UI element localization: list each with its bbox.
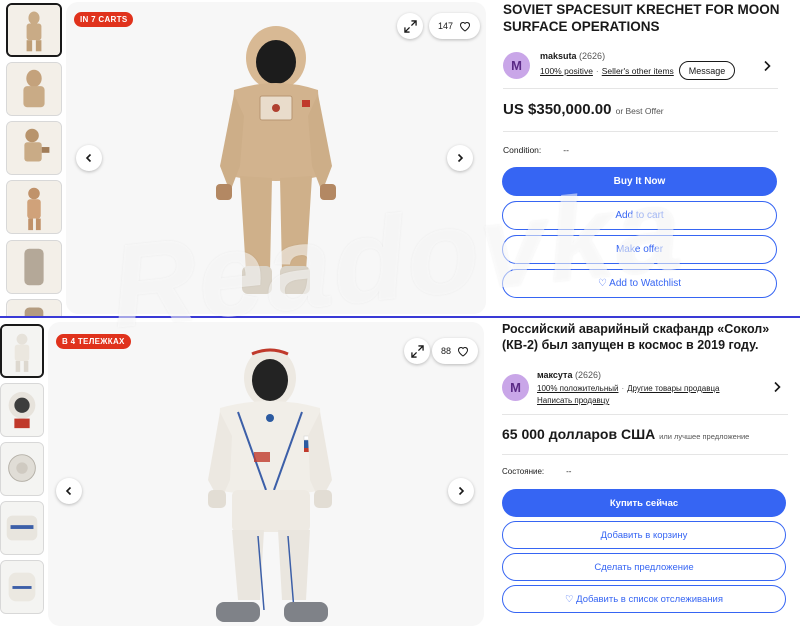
chevron-right-icon[interactable]: [772, 381, 782, 393]
seller-avatar: M: [502, 374, 529, 401]
thumbnail-2[interactable]: [0, 383, 44, 437]
spacesuit-krechet-image: [216, 26, 336, 294]
screenshot-collage: IN 7 CARTS 147 SOVIET SPACESUIT KRECHET …: [0, 0, 800, 626]
watch-count-button[interactable]: 88: [432, 338, 479, 364]
thumbnail-4[interactable]: [0, 501, 44, 555]
add-to-cart-button[interactable]: Добавить в корзину: [502, 521, 786, 549]
buy-it-now-button[interactable]: Buy It Now: [502, 167, 777, 196]
add-to-cart-button[interactable]: Add to cart: [502, 201, 777, 230]
main-image-gallery[interactable]: В 4 ТЕЛЕЖКАХ 88: [48, 322, 484, 626]
condition-label: Состояние:: [502, 467, 545, 476]
previous-image-button[interactable]: [56, 478, 82, 504]
in-carts-badge: В 4 ТЕЛЕЖКАХ: [56, 334, 131, 349]
divider: [503, 131, 778, 132]
thumbnail-3[interactable]: [6, 121, 62, 175]
chevron-left-icon: [85, 153, 92, 163]
price-row: 65 000 долларов США или лучшее предложен…: [502, 426, 749, 442]
watch-count-button[interactable]: 147: [429, 13, 481, 39]
best-offer-note: or Best Offer: [615, 106, 664, 116]
chevron-right-icon: [458, 486, 465, 496]
contact-seller-row: Написать продавцу: [537, 396, 609, 405]
message-button[interactable]: Message: [679, 61, 735, 80]
seller-name[interactable]: максута: [537, 370, 572, 380]
next-image-button[interactable]: [448, 478, 474, 504]
positive-feedback-link[interactable]: 100% positive: [540, 66, 593, 76]
seller-name[interactable]: maksuta: [540, 51, 577, 61]
price-row: US $350,000.00 or Best Offer: [503, 101, 664, 118]
chevron-left-icon: [65, 486, 72, 496]
heart-icon: [460, 21, 471, 32]
condition-row: Condition: --: [503, 145, 569, 155]
previous-image-button[interactable]: [76, 145, 102, 171]
add-to-watchlist-button[interactable]: ♡ Add to Watchlist: [502, 269, 777, 298]
seller-links: 100% положительный · Другие товары продавц…: [537, 384, 720, 393]
buy-it-now-button[interactable]: Купить сейчас: [502, 489, 786, 517]
expand-button[interactable]: [404, 338, 430, 364]
listing-english: IN 7 CARTS 147 SOVIET SPACESUIT KRECHET …: [0, 0, 800, 316]
make-offer-button[interactable]: Сделать предложение: [502, 553, 786, 581]
price: 65 000 долларов США: [502, 426, 656, 442]
divider: [503, 88, 778, 89]
listing-title: Российский аварийный скафандр «Сокол» (К…: [502, 322, 770, 352]
listing-title: SOVIET SPACESUIT KRECHET FOR MOON SURFAC…: [503, 2, 780, 34]
contact-seller-link[interactable]: Написать продавцу: [537, 396, 609, 405]
thumbnail-3[interactable]: [0, 442, 44, 496]
thumbnail-4[interactable]: [6, 180, 62, 234]
condition-label: Condition:: [503, 145, 542, 155]
chevron-right-icon[interactable]: [762, 60, 772, 72]
price: US $350,000.00: [503, 101, 612, 118]
thumbnail-1[interactable]: [0, 324, 44, 378]
thumbnail-2[interactable]: [6, 62, 62, 116]
seller-feedback-count: (2626): [579, 51, 606, 61]
seller-links: 100% positive · Seller's other items: [540, 66, 674, 76]
divider: [502, 414, 788, 415]
seller-other-items-link[interactable]: Другие товары продавца: [627, 384, 719, 393]
condition-row: Состояние: --: [502, 467, 571, 476]
expand-icon: [410, 344, 424, 358]
divider: [502, 454, 788, 455]
spacesuit-sokol-image: [208, 348, 332, 622]
in-carts-badge: IN 7 CARTS: [74, 12, 134, 27]
positive-feedback-link[interactable]: 100% положительный: [537, 384, 618, 393]
heart-icon: [458, 346, 469, 357]
watch-count: 147: [438, 21, 454, 31]
best-offer-note: или лучшее предложение: [659, 432, 750, 441]
thumbnail-6[interactable]: [6, 299, 62, 316]
seller-other-items-link[interactable]: Seller's other items: [602, 66, 674, 76]
condition-value: --: [563, 145, 569, 155]
thumbnail-5[interactable]: [0, 560, 44, 614]
seller-feedback-count: (2626): [574, 370, 601, 380]
expand-icon: [403, 19, 417, 33]
condition-value: --: [566, 467, 572, 476]
seller-name-row: maksuta (2626): [540, 51, 605, 61]
seller-avatar: M: [503, 52, 530, 79]
watch-count: 88: [441, 346, 452, 356]
thumbnail-5[interactable]: [6, 240, 62, 294]
add-to-watchlist-button[interactable]: ♡ Добавить в список отслеживания: [502, 585, 786, 613]
make-offer-button[interactable]: Make offer: [502, 235, 777, 264]
expand-button[interactable]: [397, 13, 423, 39]
chevron-right-icon: [457, 153, 464, 163]
main-image-gallery[interactable]: IN 7 CARTS 147: [66, 2, 486, 314]
seller-name-row: максута (2626): [537, 370, 601, 380]
thumbnail-1[interactable]: [6, 3, 62, 57]
next-image-button[interactable]: [447, 145, 473, 171]
listing-russian: В 4 ТЕЛЕЖКАХ 88 Российский аварийный ска…: [0, 318, 800, 626]
